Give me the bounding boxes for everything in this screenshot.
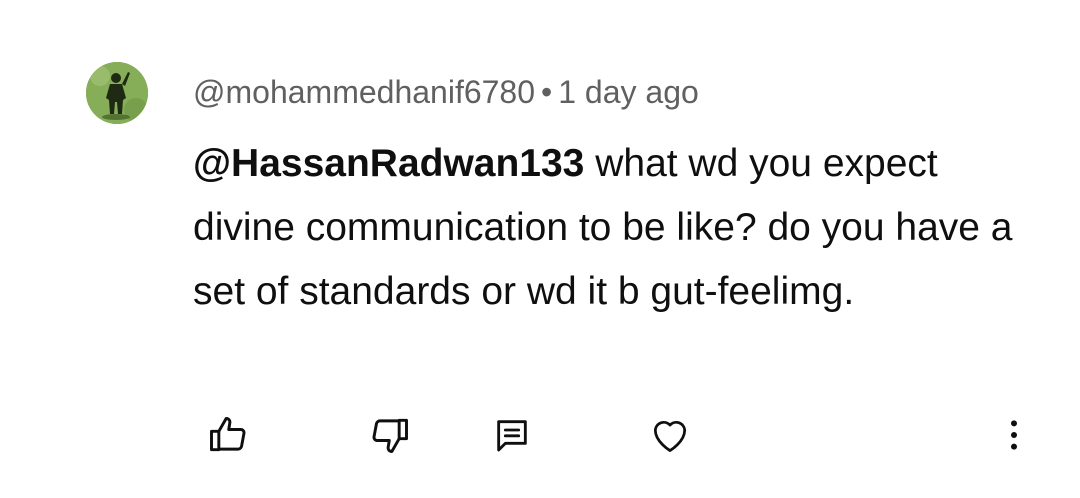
- comment-actions: [0, 400, 1080, 470]
- reply-icon: [497, 420, 527, 452]
- comment-meta: @mohammedhanif6780 • 1 day ago: [193, 70, 699, 114]
- thumbs-down-icon: [372, 418, 408, 453]
- heart-button[interactable]: [643, 408, 697, 462]
- avatar[interactable]: [86, 62, 148, 124]
- mention-link[interactable]: @HassanRadwan133: [193, 142, 584, 185]
- comment-text: @HassanRadwan133 what wd you expect divi…: [193, 132, 1013, 324]
- reply-button[interactable]: [485, 408, 539, 462]
- meta-separator: •: [541, 74, 553, 110]
- like-button[interactable]: [201, 408, 255, 462]
- dislike-button[interactable]: [363, 408, 417, 462]
- more-vertical-icon: [1011, 420, 1017, 450]
- more-options-button[interactable]: [987, 408, 1041, 462]
- thumbs-up-icon: [210, 417, 246, 452]
- heart-icon: [653, 420, 687, 452]
- comment-item: @mohammedhanif6780 • 1 day ago @HassanRadw…: [0, 0, 1080, 498]
- avatar-silhouette-icon: [86, 62, 148, 124]
- comment-timestamp[interactable]: 1 day ago: [558, 74, 699, 110]
- author-handle[interactable]: @mohammedhanif6780: [193, 74, 535, 110]
